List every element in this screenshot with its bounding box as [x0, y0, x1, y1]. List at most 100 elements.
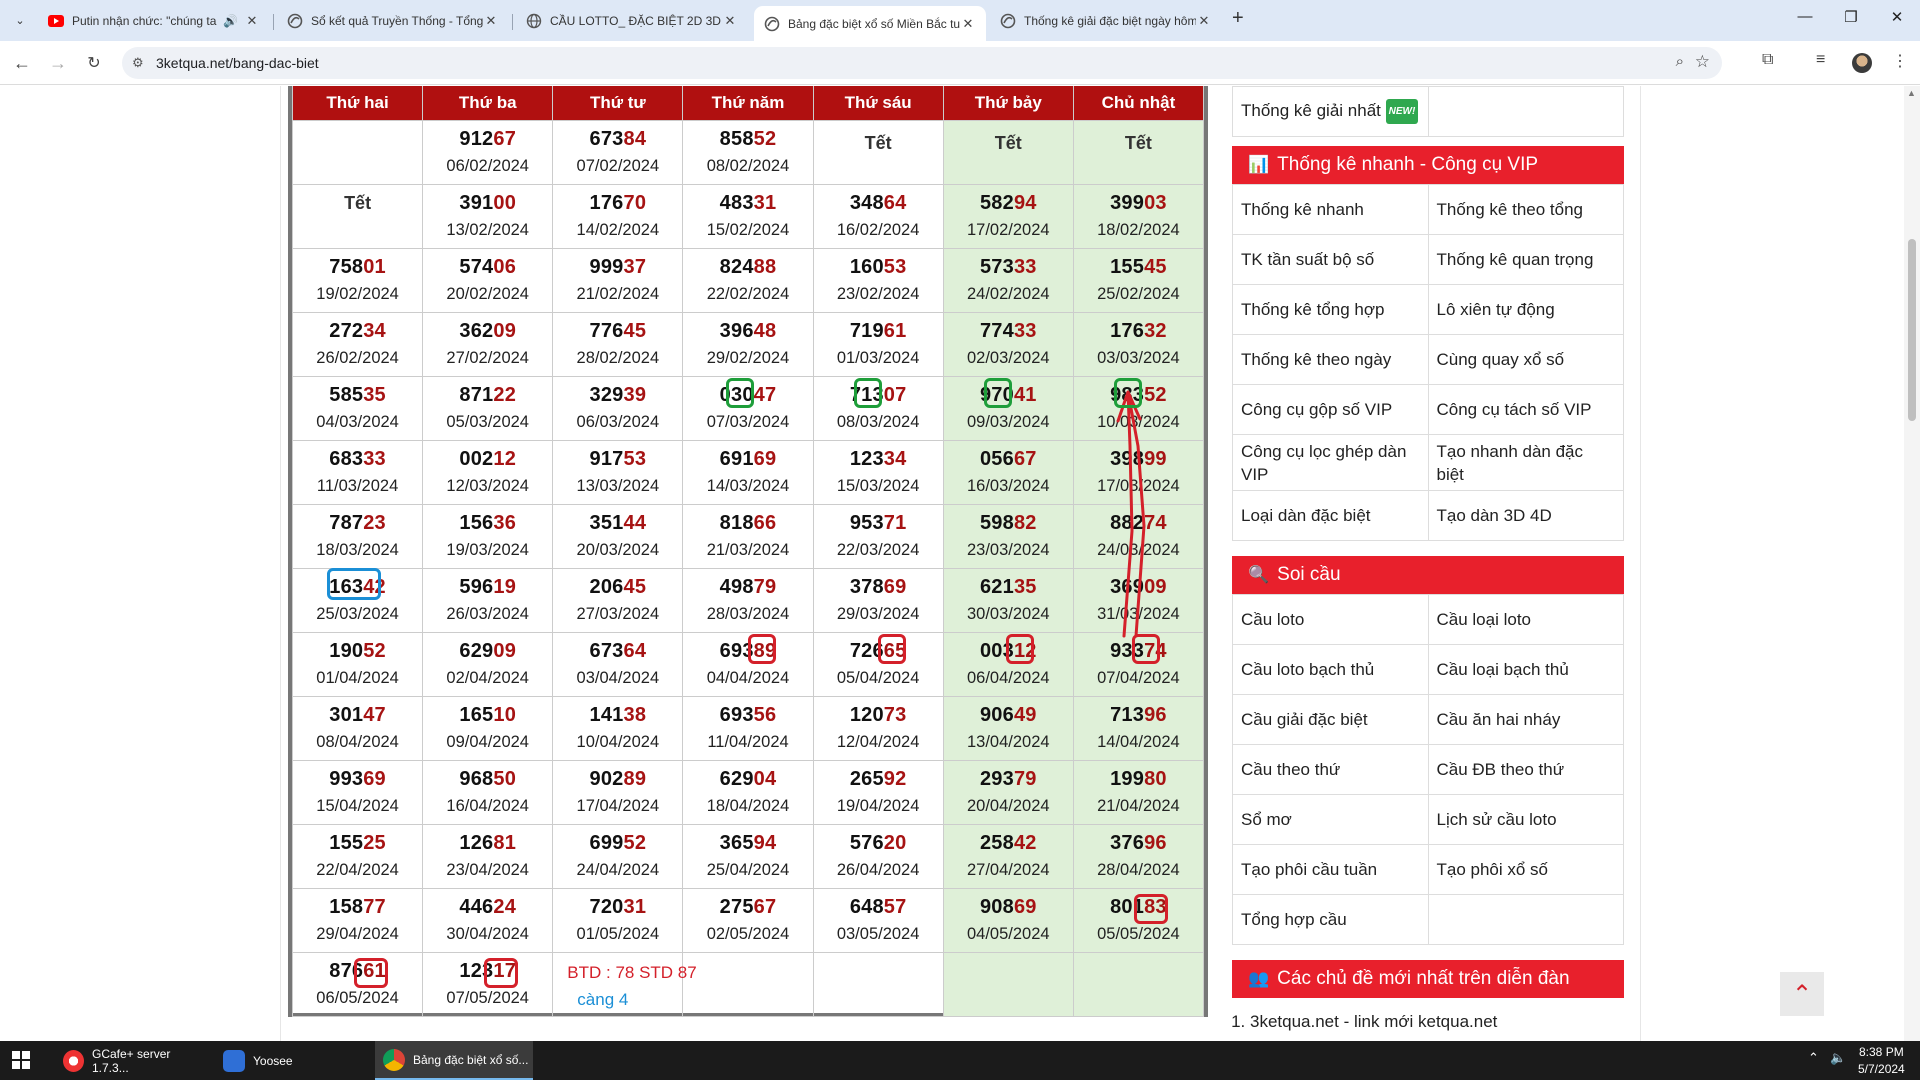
site-info-icon[interactable]: ⚙ — [132, 55, 144, 71]
close-tab-icon[interactable]: ✕ — [722, 13, 738, 29]
number-head: 141 — [589, 703, 624, 726]
sidebar-link[interactable]: Cầu ĐB theo thứ — [1427, 744, 1624, 795]
close-window-icon[interactable]: ✕ — [1882, 8, 1912, 26]
url-text[interactable]: 3ketqua.net/bang-dac-biet — [156, 55, 319, 71]
sidebar-link[interactable]: Tổng hợp cầu — [1232, 894, 1429, 945]
reload-icon[interactable]: ↻ — [82, 51, 106, 75]
sidebar-link[interactable]: Cầu loto — [1232, 594, 1429, 645]
tray-chevron-icon[interactable]: ⌃ — [1808, 1050, 1819, 1066]
page-scrollbar[interactable]: ▲ — [1904, 86, 1920, 1041]
prize-number: 27234 — [293, 319, 422, 343]
browser-tab-3[interactable]: CẦU LOTTO_ ĐẶC BIỆT 2D 3D 4 ✕ — [516, 6, 748, 35]
draw-date: 08/02/2024 — [706, 156, 790, 175]
site-icon — [287, 13, 303, 29]
sidebar-link[interactable]: Thống kê theo ngày — [1232, 334, 1429, 385]
forum-topic-link[interactable]: 3ketqua.net - link mới ketqua.net — [1250, 1010, 1624, 1034]
forward-icon[interactable]: → — [46, 51, 70, 75]
new-tab-icon[interactable]: + — [1232, 7, 1244, 30]
restore-icon[interactable]: ❐ — [1836, 8, 1866, 26]
number-head: 155 — [329, 831, 364, 854]
number-head: 003 — [979, 639, 1014, 662]
sidebar-link[interactable]: Cầu loto bạch thủ — [1232, 644, 1429, 695]
result-cell: 91753 13/03/2024 — [552, 439, 684, 505]
address-bar[interactable]: ⚙ 3ketqua.net/bang-dac-biet ⌕ ☆ — [122, 47, 1722, 79]
sidebar-link-thong-ke-giai-nhat[interactable]: Thống kê giải nhất NEW! — [1232, 86, 1429, 137]
sidebar-link[interactable]: Tạo nhanh dàn đặc biệt — [1427, 434, 1624, 491]
draw-date: 23/04/2024 — [446, 860, 529, 879]
sidebar-link[interactable]: Tạo phôi cầu tuần — [1232, 844, 1429, 895]
sidebar-link[interactable]: Loại dàn đặc biệt — [1232, 490, 1429, 541]
sidebar-link[interactable]: Công cụ lọc ghép dàn VIP — [1232, 434, 1429, 491]
sidebar-link[interactable]: Công cụ tách số VIP — [1427, 384, 1624, 435]
sidebar-link[interactable]: Cầu giải đặc biệt — [1232, 694, 1429, 745]
menu-kebab-icon[interactable]: ⋮ — [1892, 51, 1908, 71]
result-cell: 14138 10/04/2024 — [552, 695, 684, 761]
browser-tab-1[interactable]: Putin nhận chức: "chúng ta 🔊 ✕ — [38, 6, 270, 35]
volume-icon[interactable]: 🔈 — [1830, 1050, 1846, 1066]
number-head: 858 — [719, 127, 754, 150]
number-tail: 77 — [363, 895, 386, 918]
speaker-icon[interactable]: 🔊 — [223, 14, 238, 28]
taskbar-app-gcafe[interactable]: GCafe+ server 1.7.3... — [55, 1041, 205, 1080]
draw-date: 25/04/2024 — [706, 860, 790, 879]
new-badge: NEW! — [1385, 99, 1419, 124]
browser-tab-4-active[interactable]: Bảng đặc biệt xổ số Miền Bắc tu ✕ — [754, 6, 986, 41]
sidebar-link[interactable]: Lịch sử cầu loto — [1427, 794, 1624, 845]
zoom-icon[interactable]: ⌕ — [1676, 53, 1684, 70]
back-icon[interactable]: ← — [10, 51, 34, 75]
taskbar-app-yoosee[interactable]: Yoosee — [215, 1041, 365, 1080]
sidebar-link[interactable]: TK tần suất bộ số — [1232, 234, 1429, 285]
sidebar-link[interactable]: Cầu ăn hai nháy — [1427, 694, 1624, 745]
sidebar-link[interactable]: Lô xiên tự động — [1427, 284, 1624, 335]
scroll-up-icon[interactable]: ▲ — [1907, 88, 1916, 98]
close-tab-icon[interactable]: ✕ — [244, 13, 260, 29]
number-head: 002 — [459, 447, 494, 470]
number-tail: 03 — [1144, 191, 1167, 214]
sidebar-link[interactable]: Cầu theo thứ — [1232, 744, 1429, 795]
taskbar-app-chrome[interactable]: Bảng đặc biệt xổ số... — [375, 1041, 533, 1080]
browser-tab-5[interactable]: Thống kê giải đặc biệt ngày hôm ✕ — [990, 6, 1222, 35]
close-tab-icon[interactable]: ✕ — [960, 16, 976, 32]
result-cell: 15525 22/04/2024 — [291, 823, 424, 889]
sidebar-link[interactable]: Tạo dàn 3D 4D — [1427, 490, 1624, 541]
scroll-to-top-button[interactable]: ⌃ — [1780, 972, 1824, 1016]
result-cell: 29379 20/04/2024 — [942, 759, 1074, 825]
sidebar-link[interactable]: Cầu loại bạch thủ — [1427, 644, 1624, 695]
sidebar-link[interactable]: Thống kê tổng hợp — [1232, 284, 1429, 335]
number-head: 301 — [329, 703, 364, 726]
sidebar-link[interactable]: Tạo phôi xổ số — [1427, 844, 1624, 895]
media-control-icon[interactable]: ≡ — [1816, 51, 1825, 69]
number-tail: 83 — [1144, 895, 1167, 918]
sidebar-link[interactable]: Cầu loại loto — [1427, 594, 1624, 645]
draw-date: 14/04/2024 — [1097, 732, 1180, 751]
sidebar-link[interactable]: Thống kê quan trọng — [1427, 234, 1624, 285]
extensions-icon[interactable]: ⧉ — [1762, 51, 1773, 69]
number-tail: 23 — [363, 511, 386, 534]
sidebar-link[interactable]: Công cụ gộp số VIP — [1232, 384, 1429, 435]
minimize-icon[interactable]: — — [1790, 8, 1820, 25]
number-head: 673 — [589, 639, 624, 662]
profile-avatar[interactable] — [1852, 53, 1872, 73]
close-tab-icon[interactable]: ✕ — [483, 13, 499, 29]
draw-date: 10/04/2024 — [576, 732, 660, 751]
draw-date: 29/02/2024 — [706, 348, 790, 367]
windows-start-icon[interactable] — [12, 1051, 30, 1069]
number-tail: 39 — [623, 383, 647, 406]
sidebar-link[interactable]: Thống kê nhanh — [1232, 184, 1429, 235]
number-tail: 33 — [1013, 319, 1037, 342]
close-tab-icon[interactable]: ✕ — [1196, 13, 1212, 29]
sidebar-link[interactable]: Sổ mơ — [1232, 794, 1429, 845]
number-head: 758 — [329, 255, 364, 278]
draw-date: 18/04/2024 — [706, 796, 790, 815]
result-cell: 05667 16/03/2024 — [942, 439, 1074, 505]
scrollbar-thumb[interactable] — [1908, 239, 1916, 421]
number-head: 176 — [1110, 319, 1145, 342]
browser-tab-2[interactable]: Sổ kết quả Truyền Thống - Tổng ✕ — [277, 6, 509, 35]
result-cell: 26592 19/04/2024 — [812, 759, 944, 825]
sidebar-link[interactable]: Cùng quay xổ số — [1427, 334, 1624, 385]
windows-taskbar: GCafe+ server 1.7.3... Yoosee Bảng đặc b… — [0, 1041, 1920, 1080]
tab-search-button[interactable]: ⌄ — [8, 8, 32, 32]
taskbar-clock[interactable]: 8:38 PM 5/7/2024 — [1858, 1044, 1905, 1078]
sidebar-link[interactable]: Thống kê theo tổng — [1427, 184, 1624, 235]
bookmark-star-icon[interactable]: ☆ — [1695, 52, 1710, 72]
